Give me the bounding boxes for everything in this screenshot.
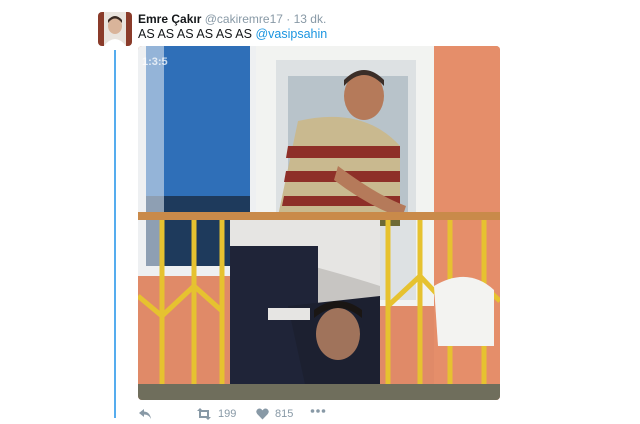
retweet-button[interactable]: 199 — [196, 408, 236, 420]
tweet-photo[interactable]: 1:3:5 — [138, 46, 500, 400]
mention-link[interactable]: @vasipsahin — [255, 27, 327, 41]
reply-icon — [139, 409, 151, 419]
separator-dot: · — [286, 12, 291, 26]
thread-line — [114, 50, 116, 418]
timestamp[interactable]: 13 dk. — [294, 12, 327, 26]
retweet-icon — [197, 408, 211, 420]
reply-button[interactable] — [138, 408, 152, 420]
author-name[interactable]: Emre Çakır — [138, 12, 201, 26]
avatar[interactable] — [98, 12, 132, 46]
like-button[interactable]: 815 — [256, 408, 293, 420]
tweet-text: AS AS AS AS AS AS @vasipsahin — [138, 27, 327, 41]
tweet-header: Emre Çakır @cakiremre17 · 13 dk. — [138, 12, 326, 26]
more-options-button[interactable] — [310, 408, 326, 414]
heart-icon — [256, 408, 269, 420]
author-handle[interactable]: @cakiremre17 — [205, 12, 283, 26]
photo-watermark: 1:3:5 — [142, 56, 168, 68]
tweet-body: AS AS AS AS AS AS — [138, 27, 252, 41]
more-dots-icon — [310, 409, 326, 413]
like-count: 815 — [275, 408, 294, 420]
retweet-count: 199 — [218, 408, 237, 420]
